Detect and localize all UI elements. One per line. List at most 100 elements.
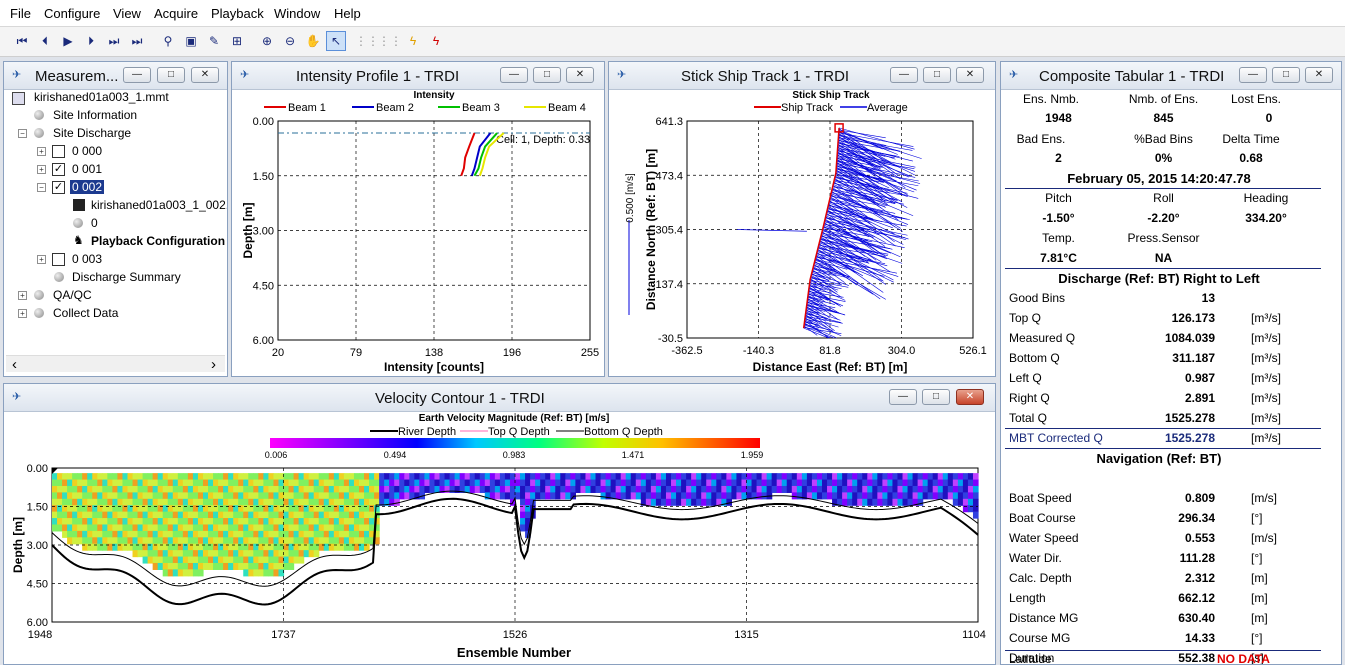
navigation-unit: [°] [1251,551,1263,565]
tree-item-playback-configuration[interactable]: Playback Configuration [91,233,225,250]
pointer-icon[interactable]: ↖ [326,31,346,51]
scroll-left-icon[interactable]: ‹ [12,356,17,373]
heat-cell [660,473,667,481]
edit-icon[interactable]: ✎ [204,31,224,51]
menu-window[interactable]: Window [274,6,320,21]
heat-cell [821,492,828,500]
heat-cell [494,473,501,481]
grid-dots-icon[interactable]: ⋮⋮ [355,31,379,51]
tree-item-discharge-summary[interactable]: Discharge Summary [72,269,181,286]
minimize-button[interactable]: — [889,389,917,405]
tree-item-0000[interactable]: 0 000 [72,143,102,160]
expand-icon[interactable]: + [18,309,27,318]
minimize-button[interactable]: — [500,67,528,83]
menu-playback[interactable]: Playback [211,6,264,21]
step-back-icon[interactable]: ⏴ [35,31,55,51]
tree-item-qaqc[interactable]: QA/QC [53,287,92,304]
tree-item-site-information[interactable]: Site Information [53,107,137,124]
close-button[interactable]: ✕ [1305,67,1333,83]
collapse-icon[interactable]: − [37,183,46,192]
step-forward-icon[interactable]: ⏵ [81,31,101,51]
heat-cell [842,479,848,487]
heat-cell [434,479,441,487]
menu-acquire[interactable]: Acquire [154,6,198,21]
horizontal-scrollbar[interactable]: ‹ › [6,355,225,373]
menu-help[interactable]: Help [334,6,361,21]
heat-cell [298,479,305,487]
zoom-out-icon[interactable]: ⊖ [280,31,300,51]
minimize-button[interactable]: — [1239,67,1267,83]
tree-item-site-discharge[interactable]: Site Discharge [53,125,131,142]
expand-icon[interactable]: + [37,255,46,264]
checkbox-0000[interactable] [52,145,65,158]
legend-label: Beam 1 [288,102,326,114]
play-icon[interactable]: ▶ [58,31,78,51]
close-button[interactable]: ✕ [956,67,984,83]
velocity-contour-chart[interactable]: Earth Velocity Magnitude (Ref: BT) [m/s]… [4,412,995,664]
close-button[interactable]: ✕ [956,389,984,405]
heat-cell [343,485,350,493]
menu-configure[interactable]: Configure [44,6,100,21]
checkbox-0003[interactable] [52,253,65,266]
pan-hand-icon[interactable]: ✋ [303,31,323,51]
expand-icon[interactable]: + [37,165,46,174]
tree-item-0003[interactable]: 0 003 [72,251,102,268]
heat-cell [293,498,300,506]
minimize-button[interactable]: — [890,67,918,83]
heat-cell [731,479,738,487]
y-tick-label: 0.00 [253,116,274,128]
heat-cell [892,479,899,487]
y-tick-label: 1.50 [27,502,48,514]
tree-item-0[interactable]: 0 [91,215,98,232]
heat-cell [182,518,189,526]
zoom-in-icon[interactable]: ⊕ [257,31,277,51]
heat-cell [957,498,964,506]
tree-item-mmt[interactable]: kirishaned01a003_1.mmt [34,89,169,106]
tree-item-0001[interactable]: 0 001 [72,161,102,178]
menu-view[interactable]: View [113,6,141,21]
heat-cell [97,524,103,532]
minimize-button[interactable]: — [123,67,151,83]
heat-cell [313,479,320,487]
heat-cell [348,511,355,519]
next-file-icon[interactable]: ⏭ [104,31,124,51]
grid-dots2-icon[interactable]: ⋮⋮ [378,31,402,51]
heat-cell [479,485,486,493]
maximize-button[interactable]: □ [533,67,561,83]
maximize-button[interactable]: □ [923,67,951,83]
maximize-button[interactable]: □ [157,67,185,83]
menu-file[interactable]: File [10,6,31,21]
expand-icon[interactable]: + [18,291,27,300]
press-label: Press.Sensor [1127,231,1200,245]
heat-cell [625,479,632,487]
scroll-right-icon[interactable]: › [211,356,216,373]
heat-cell [137,518,144,526]
close-button[interactable]: ✕ [191,67,219,83]
first-ensemble-icon[interactable]: ⏮ [12,31,32,51]
heat-cell [937,473,944,481]
heat-cell [560,485,566,493]
lightning-red-icon[interactable]: ϟ [426,31,446,51]
camera-icon[interactable]: ▣ [181,31,201,51]
grid-icon[interactable]: ⊞ [227,31,247,51]
marker-icon[interactable]: ⚲ [158,31,178,51]
tabular-body: Ens. Nmb. Nmb. of Ens. Lost Ens. 1948 84… [1001,90,1341,664]
checkbox-0002[interactable]: ✓ [52,181,65,194]
shiptrack-chart[interactable]: Stick Ship TrackShip Track Average-362.5-… [609,90,995,376]
expand-icon[interactable]: + [37,147,46,156]
lightning-yellow-icon[interactable]: ϟ [403,31,423,51]
tree-item-0002[interactable]: 0 002 [70,179,105,196]
tree-item-collect-data[interactable]: Collect Data [53,305,118,322]
maximize-button[interactable]: □ [1272,67,1300,83]
heat-cell [202,530,209,538]
tree-item-pd0-file[interactable]: kirishaned01a003_1_002.P [91,197,227,214]
navigation-unit: [°] [1251,511,1263,525]
maximize-button[interactable]: □ [922,389,950,405]
heat-cell [157,518,164,526]
heat-cell [233,537,239,545]
collapse-icon[interactable]: − [18,129,27,138]
intensity-chart[interactable]: Intensity Beam 1 Beam 2 Beam 3 Beam 4 20 79 138… [232,90,604,376]
checkbox-0001[interactable]: ✓ [52,163,65,176]
close-button[interactable]: ✕ [566,67,594,83]
last-ensemble-icon[interactable]: ⏭ [127,31,147,51]
